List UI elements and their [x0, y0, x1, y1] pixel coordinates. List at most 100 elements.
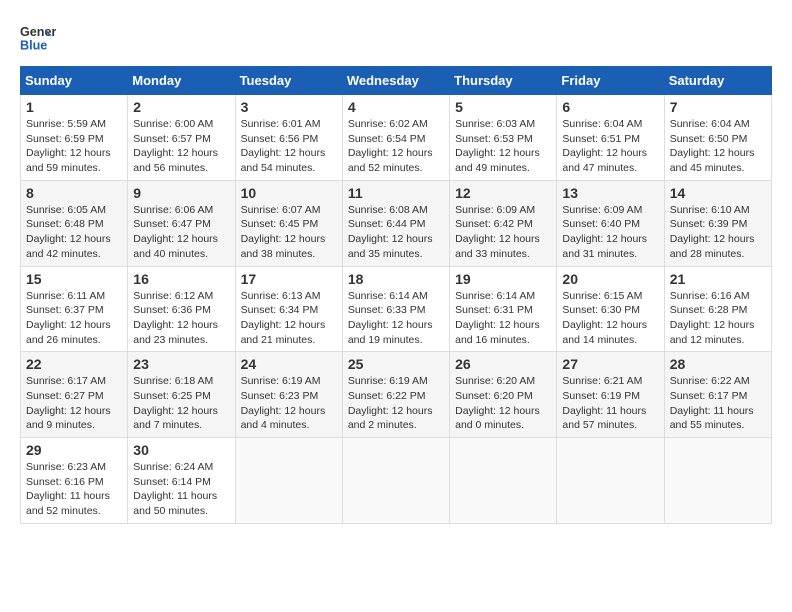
day-number: 15	[26, 271, 122, 287]
calendar-cell: 3 Sunrise: 6:01 AMSunset: 6:56 PMDayligh…	[235, 95, 342, 181]
calendar-cell	[450, 438, 557, 524]
day-info: Sunrise: 6:04 AMSunset: 6:50 PMDaylight:…	[670, 117, 766, 176]
day-number: 25	[348, 356, 444, 372]
day-info: Sunrise: 6:09 AMSunset: 6:40 PMDaylight:…	[562, 203, 658, 262]
col-header-wednesday: Wednesday	[342, 67, 449, 95]
day-info: Sunrise: 6:09 AMSunset: 6:42 PMDaylight:…	[455, 203, 551, 262]
day-info: Sunrise: 6:17 AMSunset: 6:27 PMDaylight:…	[26, 374, 122, 433]
day-info: Sunrise: 6:20 AMSunset: 6:20 PMDaylight:…	[455, 374, 551, 433]
calendar-cell: 9 Sunrise: 6:06 AMSunset: 6:47 PMDayligh…	[128, 180, 235, 266]
day-number: 2	[133, 99, 229, 115]
day-number: 27	[562, 356, 658, 372]
calendar-cell: 20 Sunrise: 6:15 AMSunset: 6:30 PMDaylig…	[557, 266, 664, 352]
day-number: 5	[455, 99, 551, 115]
day-number: 22	[26, 356, 122, 372]
day-info: Sunrise: 6:06 AMSunset: 6:47 PMDaylight:…	[133, 203, 229, 262]
day-info: Sunrise: 6:19 AMSunset: 6:23 PMDaylight:…	[241, 374, 337, 433]
day-number: 3	[241, 99, 337, 115]
day-number: 9	[133, 185, 229, 201]
calendar-cell: 4 Sunrise: 6:02 AMSunset: 6:54 PMDayligh…	[342, 95, 449, 181]
svg-text:Blue: Blue	[20, 39, 47, 53]
day-number: 11	[348, 185, 444, 201]
day-info: Sunrise: 6:07 AMSunset: 6:45 PMDaylight:…	[241, 203, 337, 262]
calendar-cell: 16 Sunrise: 6:12 AMSunset: 6:36 PMDaylig…	[128, 266, 235, 352]
calendar-cell: 8 Sunrise: 6:05 AMSunset: 6:48 PMDayligh…	[21, 180, 128, 266]
day-info: Sunrise: 6:04 AMSunset: 6:51 PMDaylight:…	[562, 117, 658, 176]
day-number: 4	[348, 99, 444, 115]
calendar-cell: 2 Sunrise: 6:00 AMSunset: 6:57 PMDayligh…	[128, 95, 235, 181]
calendar-cell: 18 Sunrise: 6:14 AMSunset: 6:33 PMDaylig…	[342, 266, 449, 352]
day-info: Sunrise: 6:19 AMSunset: 6:22 PMDaylight:…	[348, 374, 444, 433]
calendar-cell: 14 Sunrise: 6:10 AMSunset: 6:39 PMDaylig…	[664, 180, 771, 266]
calendar-cell: 22 Sunrise: 6:17 AMSunset: 6:27 PMDaylig…	[21, 352, 128, 438]
day-info: Sunrise: 6:00 AMSunset: 6:57 PMDaylight:…	[133, 117, 229, 176]
day-info: Sunrise: 6:18 AMSunset: 6:25 PMDaylight:…	[133, 374, 229, 433]
day-info: Sunrise: 6:11 AMSunset: 6:37 PMDaylight:…	[26, 289, 122, 348]
day-number: 19	[455, 271, 551, 287]
svg-text:General: General	[20, 25, 56, 39]
calendar-cell: 26 Sunrise: 6:20 AMSunset: 6:20 PMDaylig…	[450, 352, 557, 438]
day-number: 30	[133, 442, 229, 458]
day-number: 12	[455, 185, 551, 201]
day-number: 26	[455, 356, 551, 372]
day-number: 21	[670, 271, 766, 287]
col-header-saturday: Saturday	[664, 67, 771, 95]
day-number: 8	[26, 185, 122, 201]
day-info: Sunrise: 6:22 AMSunset: 6:17 PMDaylight:…	[670, 374, 766, 433]
day-info: Sunrise: 6:24 AMSunset: 6:14 PMDaylight:…	[133, 460, 229, 519]
day-number: 23	[133, 356, 229, 372]
calendar-cell: 6 Sunrise: 6:04 AMSunset: 6:51 PMDayligh…	[557, 95, 664, 181]
day-number: 6	[562, 99, 658, 115]
calendar-cell: 23 Sunrise: 6:18 AMSunset: 6:25 PMDaylig…	[128, 352, 235, 438]
col-header-tuesday: Tuesday	[235, 67, 342, 95]
day-number: 17	[241, 271, 337, 287]
calendar-cell: 15 Sunrise: 6:11 AMSunset: 6:37 PMDaylig…	[21, 266, 128, 352]
calendar-cell: 19 Sunrise: 6:14 AMSunset: 6:31 PMDaylig…	[450, 266, 557, 352]
day-info: Sunrise: 6:08 AMSunset: 6:44 PMDaylight:…	[348, 203, 444, 262]
day-info: Sunrise: 6:03 AMSunset: 6:53 PMDaylight:…	[455, 117, 551, 176]
page-header: General Blue	[20, 20, 772, 56]
day-number: 29	[26, 442, 122, 458]
calendar-cell	[235, 438, 342, 524]
calendar-cell: 1 Sunrise: 5:59 AMSunset: 6:59 PMDayligh…	[21, 95, 128, 181]
calendar-cell: 5 Sunrise: 6:03 AMSunset: 6:53 PMDayligh…	[450, 95, 557, 181]
day-info: Sunrise: 6:23 AMSunset: 6:16 PMDaylight:…	[26, 460, 122, 519]
day-number: 24	[241, 356, 337, 372]
calendar-cell	[664, 438, 771, 524]
calendar-cell: 7 Sunrise: 6:04 AMSunset: 6:50 PMDayligh…	[664, 95, 771, 181]
day-info: Sunrise: 6:02 AMSunset: 6:54 PMDaylight:…	[348, 117, 444, 176]
day-number: 14	[670, 185, 766, 201]
day-info: Sunrise: 6:05 AMSunset: 6:48 PMDaylight:…	[26, 203, 122, 262]
day-number: 13	[562, 185, 658, 201]
calendar-cell: 13 Sunrise: 6:09 AMSunset: 6:40 PMDaylig…	[557, 180, 664, 266]
calendar-cell	[342, 438, 449, 524]
day-number: 16	[133, 271, 229, 287]
col-header-monday: Monday	[128, 67, 235, 95]
day-number: 28	[670, 356, 766, 372]
calendar-cell: 24 Sunrise: 6:19 AMSunset: 6:23 PMDaylig…	[235, 352, 342, 438]
day-info: Sunrise: 6:16 AMSunset: 6:28 PMDaylight:…	[670, 289, 766, 348]
calendar-cell: 30 Sunrise: 6:24 AMSunset: 6:14 PMDaylig…	[128, 438, 235, 524]
day-number: 1	[26, 99, 122, 115]
col-header-sunday: Sunday	[21, 67, 128, 95]
col-header-friday: Friday	[557, 67, 664, 95]
calendar-cell: 21 Sunrise: 6:16 AMSunset: 6:28 PMDaylig…	[664, 266, 771, 352]
calendar-cell: 17 Sunrise: 6:13 AMSunset: 6:34 PMDaylig…	[235, 266, 342, 352]
calendar-cell: 10 Sunrise: 6:07 AMSunset: 6:45 PMDaylig…	[235, 180, 342, 266]
calendar-cell: 28 Sunrise: 6:22 AMSunset: 6:17 PMDaylig…	[664, 352, 771, 438]
day-info: Sunrise: 6:14 AMSunset: 6:31 PMDaylight:…	[455, 289, 551, 348]
day-info: Sunrise: 6:14 AMSunset: 6:33 PMDaylight:…	[348, 289, 444, 348]
calendar-cell: 12 Sunrise: 6:09 AMSunset: 6:42 PMDaylig…	[450, 180, 557, 266]
calendar-cell	[557, 438, 664, 524]
logo-icon: General Blue	[20, 20, 56, 56]
day-info: Sunrise: 5:59 AMSunset: 6:59 PMDaylight:…	[26, 117, 122, 176]
calendar-cell: 29 Sunrise: 6:23 AMSunset: 6:16 PMDaylig…	[21, 438, 128, 524]
calendar-table: SundayMondayTuesdayWednesdayThursdayFrid…	[20, 66, 772, 524]
day-number: 20	[562, 271, 658, 287]
logo: General Blue	[20, 20, 56, 56]
day-number: 10	[241, 185, 337, 201]
day-info: Sunrise: 6:01 AMSunset: 6:56 PMDaylight:…	[241, 117, 337, 176]
calendar-cell: 25 Sunrise: 6:19 AMSunset: 6:22 PMDaylig…	[342, 352, 449, 438]
calendar-cell: 27 Sunrise: 6:21 AMSunset: 6:19 PMDaylig…	[557, 352, 664, 438]
day-info: Sunrise: 6:10 AMSunset: 6:39 PMDaylight:…	[670, 203, 766, 262]
